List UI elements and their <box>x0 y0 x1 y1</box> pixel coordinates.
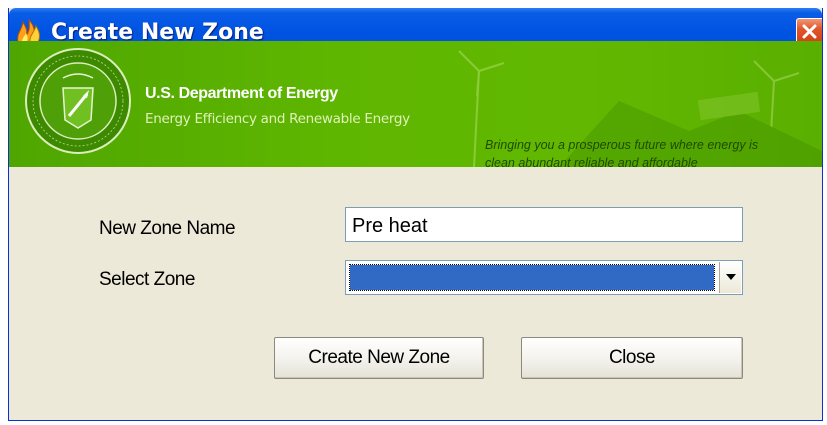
close-button[interactable]: Close <box>521 337 743 379</box>
new-zone-name-input[interactable] <box>345 207 743 242</box>
department-name: U.S. Department of Energy <box>145 85 338 102</box>
new-zone-name-label: New Zone Name <box>99 218 236 239</box>
create-new-zone-button[interactable]: Create New Zone <box>274 337 484 379</box>
flame-app-icon <box>14 16 44 44</box>
select-zone-value <box>349 264 715 291</box>
doe-seal-icon <box>23 46 133 156</box>
tagline: Bringing you a prosperous future where e… <box>485 136 822 167</box>
select-zone-dropdown[interactable] <box>345 260 743 295</box>
tagline-line-2: clean abundant reliable and affordable <box>485 156 698 167</box>
department-subtitle: Energy Efficiency and Renewable Energy <box>145 111 410 127</box>
dropdown-arrow-button[interactable] <box>719 262 741 293</box>
form-area: New Zone Name Select Zone Create New Zon… <box>9 167 822 420</box>
tagline-line-1: Bringing you a prosperous future where e… <box>485 138 759 152</box>
select-zone-label: Select Zone <box>99 269 195 290</box>
doe-banner: U.S. Department of Energy Energy Efficie… <box>9 41 822 167</box>
create-new-zone-dialog: Create New Zone U.S. Department of Energ… <box>8 8 823 421</box>
